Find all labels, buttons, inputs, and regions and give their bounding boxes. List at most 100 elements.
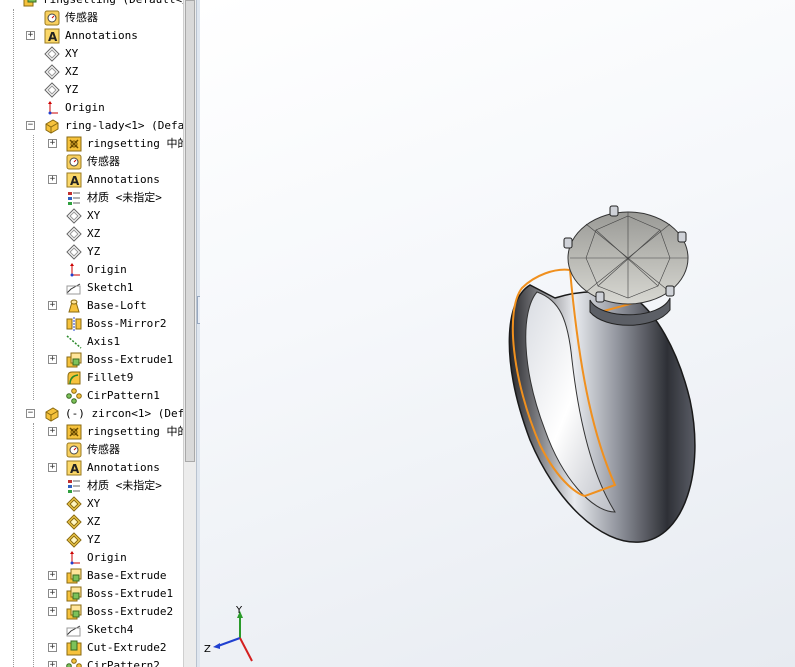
mirror-icon [66, 316, 82, 332]
tree-item-plane-yz[interactable]: YZ [0, 81, 183, 99]
tree-item-plane-xz[interactable]: XZ [0, 63, 183, 81]
tree-item-base-loft[interactable]: + Base-Loft [0, 297, 183, 315]
tree-item-sensors-3[interactable]: 传感器 [0, 441, 183, 459]
tree-item-base-extrude[interactable]: + Base-Extrude [0, 567, 183, 585]
expand-icon[interactable]: + [48, 589, 57, 598]
tree-item-label: ringsetting (Default<显示 [43, 0, 183, 7]
tree-item-plane-xy-3[interactable]: XY [0, 495, 183, 513]
tree-item-label: YZ [65, 83, 79, 96]
tree-item-sensors-2[interactable]: 传感器 [0, 153, 183, 171]
tree-item-label: XZ [65, 65, 79, 78]
tree-item-label: CirPattern1 [87, 389, 160, 402]
tree-item-label: Sketch1 [87, 281, 134, 294]
assembly-icon [22, 0, 38, 8]
tree-item-label: Base-Extrude [87, 569, 167, 582]
tree-item-sensors[interactable]: 传感器 [0, 9, 183, 27]
view-triad: Y Z [204, 606, 253, 662]
expand-icon[interactable]: + [26, 31, 35, 40]
extrude-icon [66, 604, 82, 620]
plane-icon [66, 244, 82, 260]
graphics-area[interactable]: Y Z [200, 0, 795, 667]
tree-item-mates-2[interactable]: + ringsetting 中的配合 [0, 423, 183, 441]
tree-item-label: XY [87, 497, 101, 510]
tree-item-origin-2[interactable]: Origin [0, 261, 183, 279]
tree-item-label: Boss-Extrude2 [87, 605, 174, 618]
tree-item-sketch4[interactable]: Sketch4 [0, 621, 183, 639]
tree-item-label: Fillet9 [87, 371, 134, 384]
tree-item-annotations-3[interactable]: + A Annotations [0, 459, 183, 477]
expand-icon[interactable]: + [48, 301, 57, 310]
tree-item-cirpattern2[interactable]: + CirPattern2 [0, 657, 183, 667]
tree-item-annotations-2[interactable]: + A Annotations [0, 171, 183, 189]
tree-item-cut-extrude2[interactable]: + Cut-Extrude2 [0, 639, 183, 657]
tree-item-label: 传感器 [87, 155, 120, 168]
ring-model[interactable] [200, 0, 795, 667]
sketch-icon [66, 622, 82, 638]
tree-item-ringsetting[interactable]: ringsetting (Default<显示 [0, 0, 183, 9]
tree-item-boss-extrude2[interactable]: + Boss-Extrude2 [0, 603, 183, 621]
pattern-icon [66, 388, 82, 404]
expand-icon[interactable]: + [48, 139, 57, 148]
tree-scrollbar-thumb[interactable] [185, 0, 195, 462]
expand-icon[interactable]: + [48, 571, 57, 580]
plane-yellow-icon [66, 496, 82, 512]
expand-icon[interactable]: + [48, 427, 57, 436]
extrude-icon [66, 586, 82, 602]
sensor-icon [66, 154, 82, 170]
tree-item-label: Origin [65, 101, 105, 114]
tree-item-sketch1[interactable]: Sketch1 [0, 279, 183, 297]
tree-item-material-2[interactable]: 材质 <未指定> [0, 477, 183, 495]
tree-item-origin-3[interactable]: Origin [0, 549, 183, 567]
tree-item-boss-mirror2[interactable]: Boss-Mirror2 [0, 315, 183, 333]
expand-icon[interactable]: + [48, 661, 57, 667]
tree-item-boss-extrude1[interactable]: + Boss-Extrude1 [0, 351, 183, 369]
tree-item-cirpattern1[interactable]: CirPattern1 [0, 387, 183, 405]
collapse-icon[interactable]: − [26, 121, 35, 130]
plane-icon [44, 82, 60, 98]
tree-item-mates[interactable]: + ringsetting 中的配合 [0, 135, 183, 153]
plane-icon [66, 226, 82, 242]
expand-icon[interactable]: + [48, 607, 57, 616]
svg-text:A: A [70, 174, 80, 188]
expand-icon[interactable]: + [48, 175, 57, 184]
tree-connector-line [13, 9, 14, 667]
part-icon [44, 118, 60, 134]
tree-item-plane-yz-3[interactable]: YZ [0, 531, 183, 549]
collapse-icon[interactable]: − [26, 409, 35, 418]
tree-item-fillet9[interactable]: Fillet9 [0, 369, 183, 387]
tree-item-label: 材质 <未指定> [87, 191, 162, 204]
tree-scrollbar[interactable] [183, 0, 196, 667]
expand-icon[interactable]: + [48, 463, 57, 472]
annotation-icon: A [66, 460, 82, 476]
tree-item-boss-extrude1-2[interactable]: + Boss-Extrude1 [0, 585, 183, 603]
tree-item-label: Boss-Extrude1 [87, 353, 174, 366]
tree-item-material[interactable]: 材质 <未指定> [0, 189, 183, 207]
tree-item-label: 传感器 [87, 443, 120, 456]
mates-icon [66, 136, 82, 152]
svg-text:A: A [70, 462, 80, 476]
tree-item-plane-xy-2[interactable]: XY [0, 207, 183, 225]
fillet-icon [66, 370, 82, 386]
origin-icon [66, 262, 82, 278]
tree-item-axis1[interactable]: Axis1 [0, 333, 183, 351]
tree-item-origin[interactable]: Origin [0, 99, 183, 117]
loft-icon [66, 298, 82, 314]
tree-item-plane-xz-2[interactable]: XZ [0, 225, 183, 243]
tree-item-label: CirPattern2 [87, 659, 160, 667]
tree-item-label: ring-lady<1> (Default<< [65, 119, 183, 132]
tree-item-label: XY [65, 47, 79, 60]
tree-item-plane-yz-2[interactable]: YZ [0, 243, 183, 261]
tree-item-plane-xy[interactable]: XY [0, 45, 183, 63]
material-icon [66, 190, 82, 206]
plane-icon [44, 64, 60, 80]
tree-item-ring-lady[interactable]: − ring-lady<1> (Default<< [0, 117, 183, 135]
sketch-icon [66, 280, 82, 296]
tree-item-annotations[interactable]: + A Annotations [0, 27, 183, 45]
tree-item-label: Annotations [87, 173, 160, 186]
tree-item-zircon[interactable]: − (-) zircon<1> (Default< [0, 405, 183, 423]
extrude-icon [66, 568, 82, 584]
tree-item-plane-xz-3[interactable]: XZ [0, 513, 183, 531]
part-icon [44, 406, 60, 422]
expand-icon[interactable]: + [48, 643, 57, 652]
expand-icon[interactable]: + [48, 355, 57, 364]
